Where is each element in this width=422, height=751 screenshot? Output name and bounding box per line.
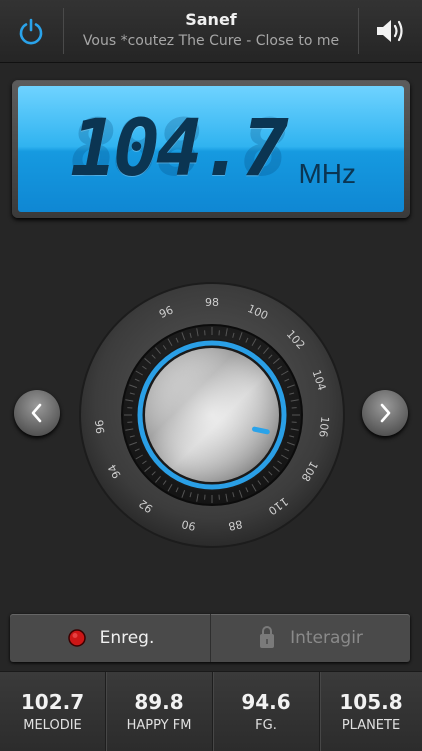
station-info: Sanef Vous *coutez The Cure - Close to m…: [64, 0, 358, 62]
dial-tick-label: 98: [205, 296, 219, 309]
frequency-unit: MHz: [298, 158, 356, 190]
frequency-display: 888.8 104.7 MHz: [12, 80, 410, 218]
top-bar: Sanef Vous *coutez The Cure - Close to m…: [0, 0, 422, 63]
preset-2[interactable]: 89.8 HAPPY FM: [106, 672, 212, 751]
speaker-volume-icon: [374, 17, 408, 45]
lock-icon: [258, 626, 276, 650]
record-icon: [66, 627, 88, 649]
record-label: Enreg.: [100, 628, 155, 648]
preset-3[interactable]: 94.6 FG.: [213, 672, 319, 751]
chevron-left-icon: [28, 402, 46, 424]
chevron-right-icon: [376, 402, 394, 424]
preset-name: MELODIE: [0, 718, 105, 733]
lcd-screen: 888.8 104.7 MHz: [18, 86, 404, 212]
volume-button[interactable]: [360, 0, 422, 62]
preset-frequency: 102.7: [0, 690, 105, 714]
record-button[interactable]: Enreg.: [10, 614, 210, 662]
preset-name: HAPPY FM: [106, 718, 212, 733]
divider: [358, 8, 359, 54]
preset-4[interactable]: 105.8 PLANETE: [320, 672, 422, 751]
preset-name: PLANETE: [320, 718, 422, 733]
tuning-dial[interactable]: 96981001021041061081108890929496: [77, 282, 347, 548]
action-bar: Enreg. Interagir: [10, 614, 410, 662]
dial-graphic: 96981001021041061081108890929496: [77, 282, 347, 548]
current-frequency: 104.7: [70, 104, 285, 194]
dial-tick-label: 96: [93, 419, 107, 434]
preset-1[interactable]: 102.7 MELODIE: [0, 672, 105, 751]
preset-frequency: 105.8: [320, 690, 422, 714]
seek-prev-button[interactable]: [14, 390, 60, 436]
preset-bar: 102.7 MELODIE 89.8 HAPPY FM 94.6 FG. 105…: [0, 671, 422, 751]
interact-button[interactable]: Interagir: [211, 614, 410, 662]
preset-frequency: 89.8: [106, 690, 212, 714]
interact-label: Interagir: [290, 628, 363, 648]
seek-next-button[interactable]: [362, 390, 408, 436]
station-name: Sanef: [64, 10, 358, 29]
rds-text: Vous *coutez The Cure - Close to me: [64, 33, 358, 49]
power-icon: [17, 17, 45, 45]
preset-frequency: 94.6: [213, 690, 319, 714]
preset-name: FG.: [213, 718, 319, 733]
dial-tick-label: 106: [316, 416, 331, 438]
power-button[interactable]: [0, 0, 62, 62]
